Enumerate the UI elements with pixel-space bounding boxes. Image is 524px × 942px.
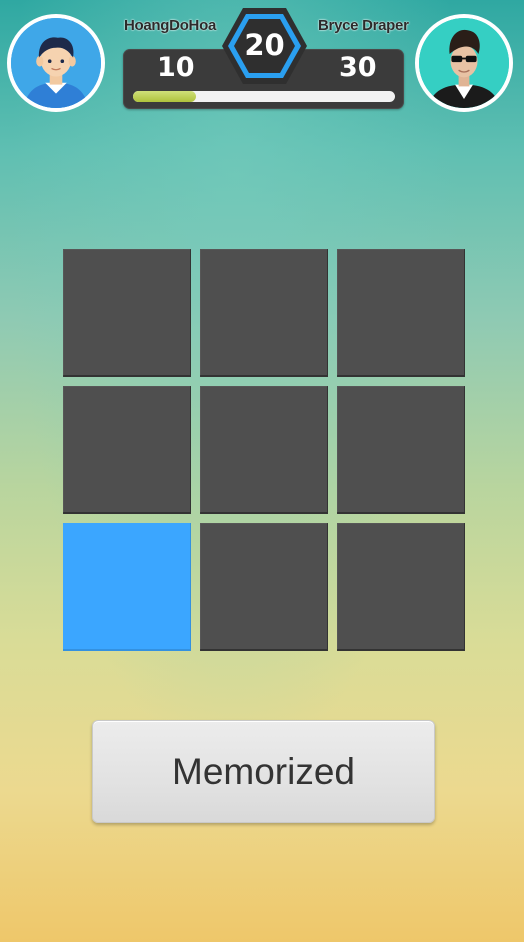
right-player-name: Bryce Draper xyxy=(318,17,409,34)
left-player-avatar[interactable] xyxy=(7,14,105,112)
grid-tile-r3c1[interactable] xyxy=(63,523,191,651)
left-player-name: HoangDoHoa xyxy=(124,17,216,34)
round-progress-bar xyxy=(133,91,395,102)
right-player-score: 30 xyxy=(339,52,377,83)
grid-tile-r1c3[interactable] xyxy=(337,249,465,377)
memorized-button[interactable]: Memorized xyxy=(92,720,435,823)
grid-tile-r1c1[interactable] xyxy=(63,249,191,377)
left-player-score: 10 xyxy=(157,52,195,83)
man-sunglasses-photo xyxy=(419,18,509,108)
grid-tile-r2c3[interactable] xyxy=(337,386,465,514)
countdown-timer: 20 xyxy=(244,28,285,62)
grid-tile-r2c1[interactable] xyxy=(63,386,191,514)
boy-avatar-icon xyxy=(11,18,101,108)
right-player-avatar[interactable] xyxy=(415,14,513,112)
grid-tile-r2c2[interactable] xyxy=(200,386,328,514)
grid-tile-r3c2[interactable] xyxy=(200,523,328,651)
round-progress-fill xyxy=(133,91,196,102)
grid-tile-r1c2[interactable] xyxy=(200,249,328,377)
grid-tile-r3c3[interactable] xyxy=(337,523,465,651)
